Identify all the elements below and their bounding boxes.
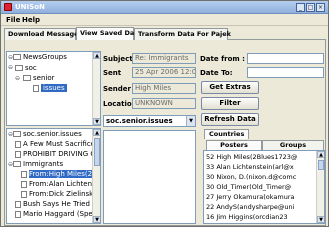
document-icon bbox=[33, 84, 39, 92]
app-icon bbox=[4, 3, 12, 11]
poster-row[interactable]: 27 Jerry Okamura(okamura bbox=[206, 193, 295, 201]
poster-row[interactable]: 22 AndyS(andysharpe@uni bbox=[206, 203, 294, 211]
get-extras-button[interactable]: Get Extras bbox=[201, 81, 259, 94]
scrollbar-thumb[interactable] bbox=[94, 138, 100, 166]
tab-download-messages[interactable]: Download Messages bbox=[4, 28, 82, 40]
document-icon bbox=[15, 140, 21, 148]
thread-message-item[interactable]: From:High Miles(2 bbox=[21, 170, 93, 178]
thread-item[interactable]: Bush Says He Tried to bbox=[15, 200, 99, 208]
thread-item[interactable]: A Few Must Sacrifice bbox=[15, 140, 95, 148]
message-body-area[interactable] bbox=[103, 130, 196, 224]
minimize-icon[interactable]: _ bbox=[296, 3, 305, 12]
scrollbar-thumb[interactable] bbox=[318, 160, 324, 170]
scroll-down-icon[interactable]: ▼ bbox=[93, 118, 100, 125]
subject-field: Re: Immigrants bbox=[132, 53, 196, 64]
document-icon bbox=[15, 150, 21, 158]
tree-node-issues[interactable]: issues bbox=[33, 84, 67, 92]
poster-row[interactable]: 30 Nixon, D.(nixon.d@comc bbox=[206, 173, 296, 181]
menu-file[interactable]: File bbox=[6, 16, 20, 24]
scroll-up-icon[interactable]: ▲ bbox=[317, 151, 324, 158]
date-from-label: Date from : bbox=[200, 55, 245, 63]
threads-tree-scrollbar[interactable]: ▲ ▼ bbox=[92, 129, 100, 223]
location-field: UNKNOWN bbox=[132, 98, 196, 109]
menu-help[interactable]: Help bbox=[22, 16, 40, 24]
thread-message-item[interactable]: From:Alan Lichtens bbox=[21, 180, 96, 188]
filter-button[interactable]: Filter bbox=[201, 97, 259, 110]
newsgroup-select-value: soc.senior.issues bbox=[106, 117, 173, 125]
menu-bar: File Help bbox=[1, 14, 328, 26]
sender-field: High Miles bbox=[132, 83, 196, 94]
tree-toggle-icon[interactable]: ⊖ bbox=[8, 64, 13, 71]
folder-icon bbox=[13, 131, 21, 137]
thread-item[interactable]: PROHIBIT DRIVING O bbox=[15, 150, 96, 158]
window-title: UNISoN bbox=[15, 3, 45, 11]
document-icon bbox=[21, 190, 27, 198]
folder-icon bbox=[15, 65, 23, 71]
document-icon bbox=[15, 210, 21, 218]
posters-list[interactable]: 52 High Miles(2Blues1723@ 33 Alan Lichte… bbox=[203, 150, 325, 224]
sent-field: 25 Apr 2006 12:00 bbox=[132, 67, 196, 78]
document-icon bbox=[15, 200, 21, 208]
thread-message-item[interactable]: From:Dick Zielinsk bbox=[21, 190, 93, 198]
thread-item[interactable]: Mario Haggard (Spelli bbox=[15, 210, 99, 218]
subject-label: Subject bbox=[103, 55, 133, 63]
scroll-down-icon[interactable]: ▼ bbox=[93, 216, 100, 223]
newsgroups-tree[interactable]: ⊖ NewsGroups ⊖ soc ⊖ senior issues ▲ ▼ bbox=[6, 51, 101, 126]
view-saved-data-panel: ⊖ NewsGroups ⊖ soc ⊖ senior issues ▲ ▼ ⊖… bbox=[4, 40, 326, 226]
folder-icon bbox=[13, 161, 21, 167]
scroll-up-icon[interactable]: ▲ bbox=[93, 52, 100, 59]
application-window: UNISoN _ □ × File Help Download Messages… bbox=[0, 0, 329, 227]
title-bar[interactable]: UNISoN _ □ × bbox=[1, 1, 328, 14]
tree-toggle-icon[interactable]: ⊖ bbox=[15, 75, 20, 82]
document-icon bbox=[21, 180, 27, 188]
date-to-input[interactable] bbox=[247, 67, 324, 78]
tree-node-senior[interactable]: senior bbox=[23, 74, 55, 82]
thread-item[interactable]: Immigrants bbox=[13, 160, 63, 168]
tab-transform-data[interactable]: Transform Data For Pajek bbox=[134, 28, 231, 40]
scroll-down-icon[interactable]: ▼ bbox=[317, 216, 324, 223]
sent-label: Sent bbox=[103, 69, 122, 77]
date-from-input[interactable] bbox=[247, 53, 324, 64]
poster-row[interactable]: 52 High Miles(2Blues1723@ bbox=[206, 153, 297, 161]
date-to-label: Date To: bbox=[200, 69, 233, 77]
poster-row[interactable]: 16 Jim Higgins(orcdian23 bbox=[206, 213, 288, 221]
sender-label: Sender bbox=[103, 85, 131, 93]
main-tabs: Download Messages View Saved Data Transf… bbox=[4, 27, 326, 40]
groups-tree-scrollbar[interactable]: ▲ ▼ bbox=[92, 52, 100, 125]
folder-icon bbox=[13, 54, 21, 60]
chevron-down-icon[interactable]: ▼ bbox=[186, 116, 195, 126]
tab-view-saved-data[interactable]: View Saved Data bbox=[76, 27, 142, 40]
tab-groups[interactable]: Groups bbox=[262, 140, 324, 150]
threads-tree[interactable]: ⊖ soc.senior.issues A Few Must Sacrifice… bbox=[6, 128, 101, 224]
close-icon[interactable]: × bbox=[316, 3, 325, 12]
refresh-data-button[interactable]: Refresh Data bbox=[201, 113, 259, 126]
maximize-icon[interactable]: □ bbox=[306, 3, 315, 12]
scroll-up-icon[interactable]: ▲ bbox=[93, 129, 100, 136]
tree-node-thread-root[interactable]: soc.senior.issues bbox=[13, 130, 82, 138]
folder-icon bbox=[23, 75, 31, 81]
posters-list-scrollbar[interactable]: ▲ ▼ bbox=[316, 151, 324, 223]
tree-node-soc[interactable]: soc bbox=[15, 64, 37, 72]
tree-node-newsgroups[interactable]: NewsGroups bbox=[13, 53, 67, 61]
tab-posters[interactable]: Posters bbox=[206, 140, 262, 150]
newsgroup-select[interactable]: soc.senior.issues ▼ bbox=[103, 115, 196, 127]
document-icon bbox=[21, 170, 27, 178]
poster-row[interactable]: 33 Alan Lichtenstein(arl@x bbox=[206, 163, 294, 171]
poster-row[interactable]: 30 Old_Timer(Old_Timer@ bbox=[206, 183, 291, 191]
tab-countries[interactable]: Countries bbox=[204, 129, 250, 139]
